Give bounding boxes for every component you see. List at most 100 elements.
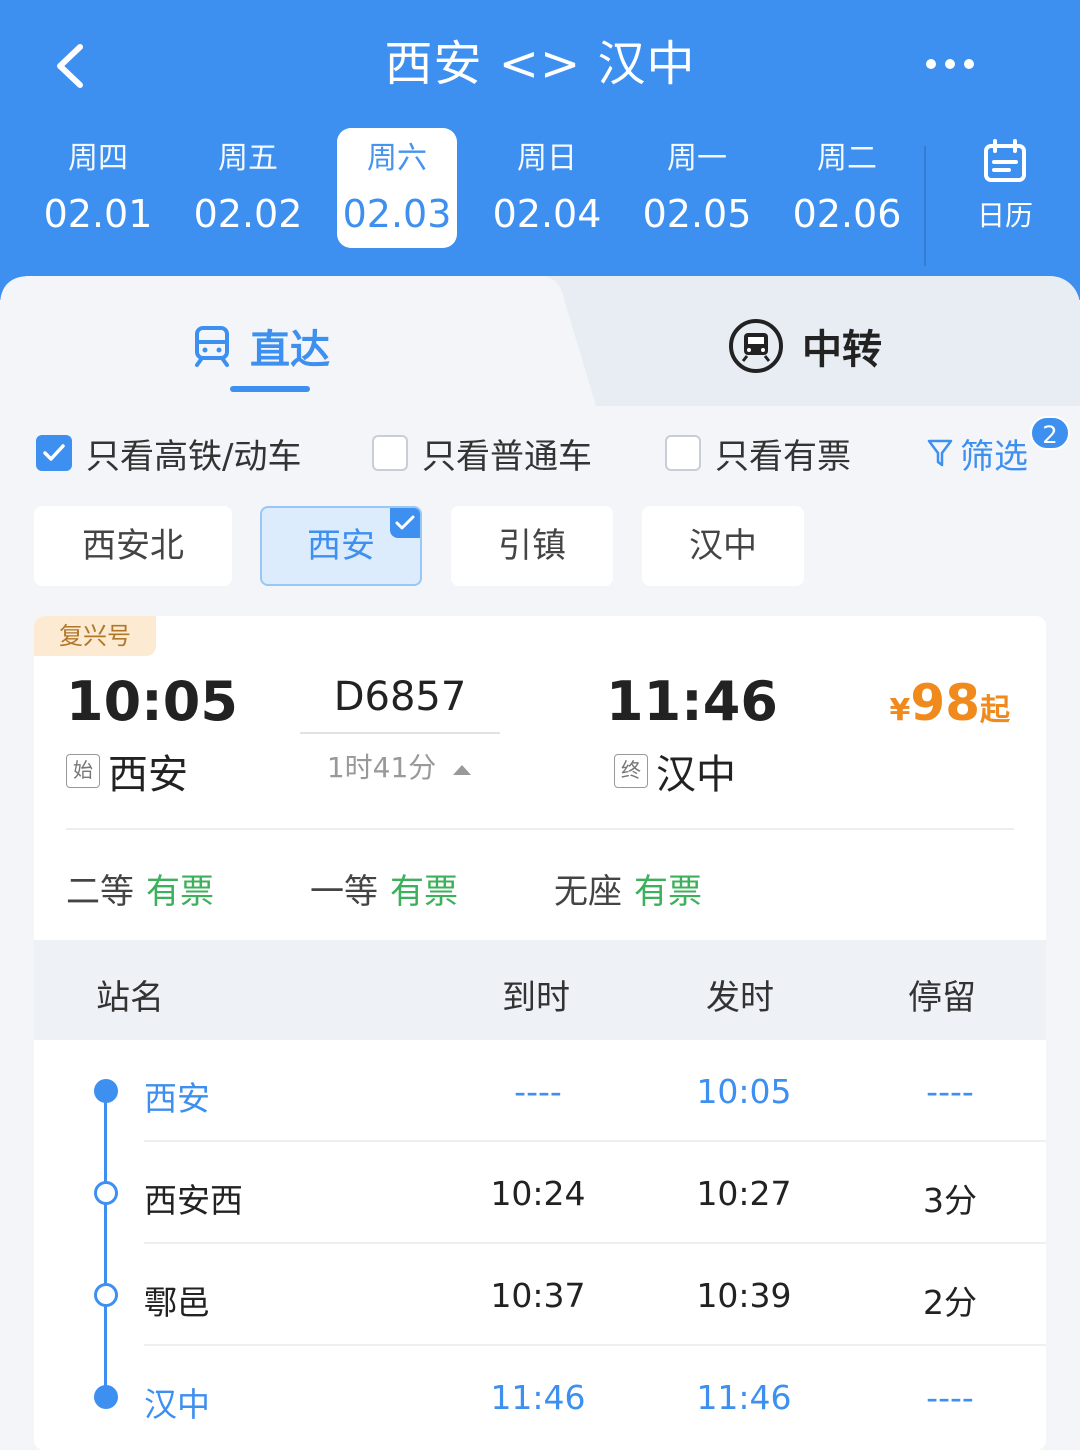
- caret-up-icon: [453, 765, 472, 775]
- filter-available[interactable]: 只看有票: [665, 428, 851, 478]
- depart-station: 始 西安: [66, 742, 188, 800]
- stop-name: 鄠邑: [144, 1283, 210, 1322]
- train-card[interactable]: 复兴号 10:05 始 西安 D6857 1时41分 11:46 终 汉中 ¥9…: [34, 616, 1046, 1450]
- stop-stay: ----: [926, 1378, 974, 1417]
- stop-dot-icon: [94, 1181, 118, 1205]
- end-tag: 终: [614, 754, 648, 788]
- stop-arrive: ----: [514, 1072, 562, 1111]
- weekday-label: 周六: [367, 141, 427, 176]
- station-chip-xian-north[interactable]: 西安北: [34, 506, 232, 586]
- seat-status: 有票: [390, 872, 458, 912]
- date-label: 02.06: [792, 192, 902, 236]
- stop-name: 西安: [144, 1079, 210, 1118]
- back-button[interactable]: [40, 36, 100, 96]
- date-tab-0206[interactable]: 周二 02.06: [787, 128, 907, 248]
- date-tab-0201[interactable]: 周四 02.01: [38, 128, 158, 248]
- stop-depart: 10:05: [696, 1072, 792, 1111]
- stop-name: 汉中: [144, 1385, 210, 1424]
- stop-depart: 10:39: [696, 1276, 792, 1315]
- filter-row: 只看高铁/动车 只看普通车 只看有票 筛选: [0, 406, 1080, 496]
- duration-label: 1时41分: [326, 751, 437, 784]
- stops-header: 站名 到时 发时 停留: [34, 940, 1046, 1040]
- weekday-label: 周五: [218, 141, 278, 176]
- price-suffix: 起: [980, 693, 1010, 728]
- seat-second-class: 二等 有票: [66, 864, 214, 913]
- filter-normal[interactable]: 只看普通车: [372, 428, 592, 478]
- station-chip-hanzhong[interactable]: 汉中: [642, 506, 804, 586]
- tab-direct[interactable]: 直达: [190, 316, 330, 376]
- station-chip-label: 西安: [307, 526, 375, 566]
- stop-arrive: 11:46: [490, 1378, 586, 1417]
- date-label: 02.05: [642, 192, 752, 236]
- active-tab-indicator: [230, 386, 310, 392]
- stop-row: 鄠邑 10:37 10:39 2分: [34, 1244, 1046, 1346]
- weekday-label: 周四: [68, 141, 128, 176]
- weekday-label: 周二: [817, 141, 877, 176]
- weekday-label: 周一: [667, 141, 727, 176]
- col-stay: 停留: [908, 978, 976, 1018]
- station-chip-xian[interactable]: 西安: [260, 506, 422, 586]
- trip-type-tabs: 直达 中转: [0, 276, 1080, 406]
- arrive-station: 终 汉中: [614, 742, 736, 800]
- checkbox-checked[interactable]: [36, 435, 72, 471]
- tab-direct-label: 直达: [250, 327, 330, 373]
- date-divider: [924, 146, 926, 266]
- filter-button[interactable]: 筛选: [926, 428, 1028, 478]
- depart-time: 10:05: [66, 670, 238, 733]
- seat-class: 二等: [66, 872, 134, 912]
- date-tab-0203[interactable]: 周六 02.03: [337, 128, 457, 248]
- funnel-icon: [927, 439, 953, 467]
- train-line: [300, 732, 500, 734]
- seat-class: 无座: [554, 872, 622, 912]
- train-icon: [195, 326, 229, 367]
- tab-transfer-label: 中转: [802, 327, 882, 373]
- duration-toggle[interactable]: 1时41分: [300, 746, 500, 786]
- header-bar: 西安 <> 汉中 周四 02.01 周五 02.02 周六 02.03 周日 0…: [0, 0, 1080, 300]
- filter-button-label: 筛选: [960, 436, 1028, 477]
- stop-depart: 10:27: [696, 1174, 792, 1213]
- start-tag: 始: [66, 754, 100, 788]
- date-label: 02.03: [342, 192, 452, 236]
- page-title: 西安 <> 汉中: [384, 36, 696, 92]
- transfer-train-icon: [729, 319, 783, 373]
- checkbox-unchecked[interactable]: [665, 435, 701, 471]
- train-brand-tag: 复兴号: [34, 616, 156, 656]
- weekday-label: 周日: [517, 141, 577, 176]
- depart-station-name: 西安: [108, 752, 188, 798]
- stop-depart: 11:46: [696, 1378, 792, 1417]
- date-tab-0205[interactable]: 周一 02.05: [637, 128, 757, 248]
- more-dots-icon: [926, 59, 974, 69]
- selected-check-icon: [390, 508, 420, 538]
- date-tab-0204[interactable]: 周日 02.04: [487, 128, 607, 248]
- card-divider: [66, 828, 1014, 830]
- stop-stay: 2分: [923, 1283, 977, 1322]
- seat-status: 有票: [146, 872, 214, 912]
- price-currency: ¥: [889, 693, 911, 728]
- calendar-button[interactable]: 日历: [960, 138, 1050, 238]
- checkbox-unchecked[interactable]: [372, 435, 408, 471]
- stop-row: 汉中 11:46 11:46 ----: [34, 1346, 1046, 1448]
- seat-class: 一等: [310, 872, 378, 912]
- seat-first-class: 一等 有票: [310, 864, 458, 913]
- stop-arrive: 10:24: [490, 1174, 586, 1213]
- stop-dot-icon: [94, 1283, 118, 1307]
- col-arrive: 到时: [502, 978, 570, 1018]
- price-amount: 98: [910, 674, 980, 732]
- col-depart: 发时: [706, 978, 774, 1018]
- tab-transfer[interactable]: 中转: [726, 316, 882, 376]
- stop-dot-icon: [94, 1079, 118, 1103]
- train-number: D6857: [333, 674, 467, 720]
- arrive-time: 11:46: [606, 670, 778, 733]
- more-button[interactable]: [910, 44, 990, 84]
- col-station-name: 站名: [96, 978, 164, 1018]
- station-chip-yinzhen[interactable]: 引镇: [451, 506, 613, 586]
- chevron-left-icon: [57, 44, 83, 88]
- filter-high-speed[interactable]: 只看高铁/动车: [36, 428, 301, 478]
- date-tab-0202[interactable]: 周五 02.02: [188, 128, 308, 248]
- filter-available-label: 只看有票: [715, 436, 851, 477]
- filter-count-badge: 2: [1030, 416, 1070, 450]
- check-icon: [43, 444, 65, 461]
- filter-high-speed-label: 只看高铁/动车: [86, 436, 302, 477]
- stop-stay: ----: [926, 1072, 974, 1111]
- stop-dot-icon: [94, 1385, 118, 1409]
